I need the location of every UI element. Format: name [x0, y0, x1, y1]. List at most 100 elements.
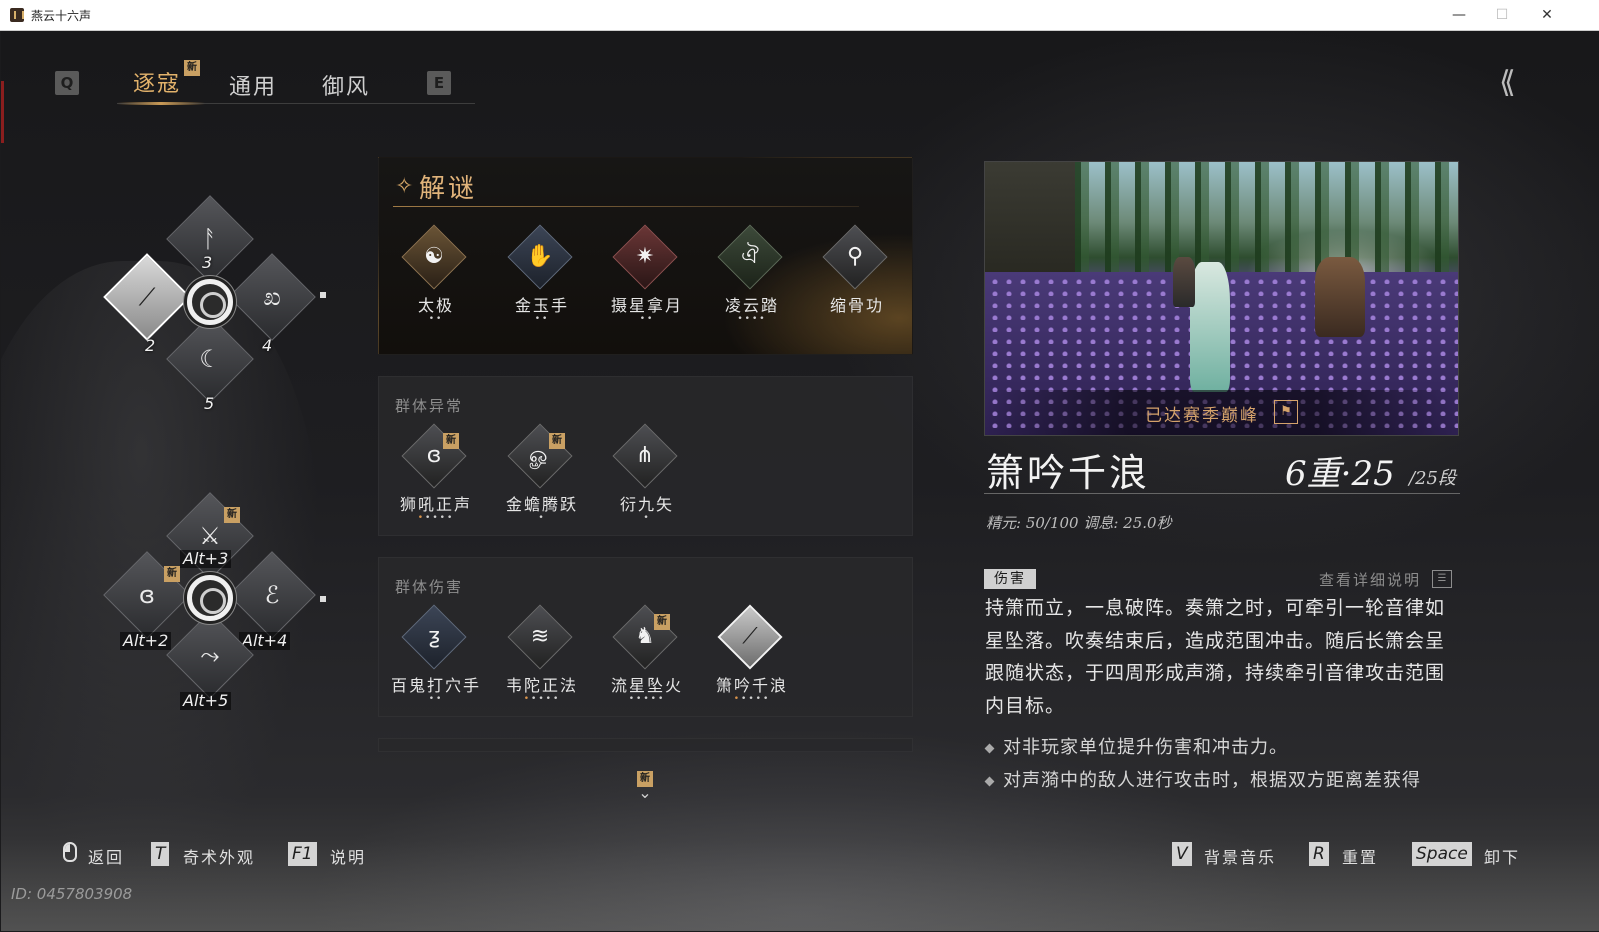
skill-level-dots: ••: [428, 314, 444, 324]
skill-card[interactable]: ☯ 太极 ••: [381, 224, 485, 344]
title-bar: 燕云十六声 — ☐ ✕: [0, 0, 1599, 31]
wheel-side-dot: [320, 596, 326, 602]
wheel-slot-3-key: 3: [202, 253, 213, 272]
skill-card[interactable]: ✋ 金玉手 ••: [487, 224, 591, 344]
skill-card[interactable]: ௐ 新 金蟾腾跃 •: [487, 423, 591, 543]
skill-level-dots: •••••: [487, 694, 597, 704]
skill-level-dots: •••••: [697, 694, 807, 704]
skill-level-dots: •: [538, 513, 546, 523]
staff-icon: ⤳: [200, 641, 220, 669]
bullet-text: 对非玩家单位提升伤害和冲击力。: [1003, 737, 1288, 758]
footer-key-f1[interactable]: F1: [288, 842, 317, 866]
wheel-slot-alt3-key: Alt+3: [180, 550, 232, 568]
footer-back-label[interactable]: 返回: [88, 844, 124, 868]
tab-zhukou[interactable]: 逐寇: [133, 66, 181, 98]
view-detail-link[interactable]: 查看详细说明: [1319, 569, 1421, 590]
bullet-text: 对声漪中的敌人进行攻击时，根据双方距离差获得: [1003, 770, 1421, 791]
swirl-icon: ಖ: [263, 283, 281, 311]
skill-card[interactable]: ƺ 百鬼打穴手 ••: [381, 604, 485, 724]
flute-icon: ⟋: [138, 283, 156, 311]
skill-card[interactable]: ঐ 凌云踏 ••••: [697, 224, 801, 344]
group-damage-title: 群体伤害: [395, 578, 464, 596]
skill-name: 金玉手: [514, 296, 569, 315]
taichi-icon: ☯: [424, 244, 444, 269]
gray-dots: ••••: [741, 694, 771, 704]
peak-badge-icon: ⚑: [1274, 400, 1298, 424]
footer-key-t[interactable]: T: [151, 842, 170, 866]
flute-wave-icon: ⟋: [742, 624, 758, 649]
double-chevron-left-icon[interactable]: ⟪: [1499, 65, 1549, 101]
skill-card[interactable]: ≋ 韦陀正法 •••••: [487, 604, 591, 724]
footer-key-v[interactable]: V: [1172, 842, 1192, 866]
player-character: [1190, 262, 1230, 392]
wheel-slot-alt2-badge: 新: [164, 566, 180, 582]
skill-level-dots: ••: [639, 314, 655, 324]
skill-bullet: 对声漪中的敌人进行攻击时，根据双方距离差获得: [984, 766, 1421, 792]
skill-title: 箫吟千浪: [986, 451, 1151, 495]
maximize-button[interactable]: ☐: [1482, 3, 1522, 27]
skill-new-badge: 新: [443, 433, 459, 449]
skill-card[interactable]: ⋔ 衍九矢 •: [592, 423, 696, 543]
edge-marker: [1, 81, 4, 143]
app-icon: [10, 8, 24, 22]
skill-name: 箫吟千浪: [715, 676, 788, 695]
scroll-down-icon[interactable]: ⌄: [630, 783, 660, 803]
tab-yufeng[interactable]: 御风: [322, 69, 370, 101]
skill-bullet: 对非玩家单位提升伤害和冲击力。: [984, 733, 1288, 759]
minimize-button[interactable]: —: [1439, 3, 1479, 27]
shout-icon: ɞ: [139, 581, 155, 609]
skill-new-badge: 新: [549, 433, 565, 449]
footer-key-r[interactable]: R: [1309, 842, 1329, 866]
skill-card-selected[interactable]: ⟋ 箫吟千浪 •••••: [697, 604, 801, 724]
footer-bgm-label[interactable]: 背景音乐: [1204, 844, 1276, 868]
group-abnormal-title: 群体异常: [395, 397, 464, 415]
tab-next-key[interactable]: E: [427, 71, 451, 95]
game-viewport: Q 逐寇 新 通用 御风 E ⟪ ᚨ 3 ⟋ 2 ಖ 4 ☾ 5 ⚔ 新 Alt…: [1, 31, 1599, 931]
tab-new-badge: 新: [184, 60, 200, 76]
wheel-slot-5-key: 5: [204, 394, 215, 413]
bullet-diamond-icon: [984, 776, 995, 786]
skill-name: 狮吼正声: [399, 495, 472, 514]
skill-card[interactable]: ⚲ 缩骨功: [802, 224, 906, 344]
tab-prev-key[interactable]: Q: [55, 71, 79, 95]
footer-help-label[interactable]: 说明: [330, 844, 366, 868]
skill-level-dots: •: [643, 513, 651, 523]
skill-stats: 精元: 50/100 调息: 25.0秒: [986, 514, 1172, 532]
ghost-palm-icon: ƺ: [428, 624, 440, 649]
tab-tongyong[interactable]: 通用: [229, 69, 277, 101]
arrows-icon: ⋔: [635, 443, 655, 468]
footer-appearance-label[interactable]: 奇术外观: [183, 844, 255, 868]
skill-card[interactable]: ✷ 摄星拿月 ••: [592, 224, 696, 344]
detail-list-icon[interactable]: ☰: [1432, 570, 1452, 588]
window-title: 燕云十六声: [31, 9, 92, 23]
skill-card[interactable]: ɞ 新 狮吼正声 •••••: [381, 423, 485, 543]
skill-card[interactable]: ♞ 新 流星坠火 •••••: [592, 604, 696, 724]
damage-tag: 伤害: [984, 569, 1036, 589]
skill-preview-image: 已达赛季巅峰 ⚑: [984, 161, 1459, 436]
footer-unequip-label[interactable]: 卸下: [1484, 844, 1520, 868]
grasp-icon: ✷: [635, 244, 655, 269]
wheel-slot-2-key: 2: [145, 336, 156, 355]
title-rule: [984, 493, 1460, 494]
palm-icon: ✋: [526, 244, 554, 269]
enemy-character: [1315, 257, 1365, 337]
skill-new-badge: 新: [654, 614, 670, 630]
close-button[interactable]: ✕: [1527, 3, 1567, 27]
orange-dot: •: [523, 694, 532, 704]
gray-dots: ••••: [531, 694, 561, 704]
enemy-character: [1173, 257, 1195, 307]
gray-dots: ••••: [425, 513, 455, 523]
skill-name: 百鬼打穴手: [390, 676, 481, 695]
footer-reset-label[interactable]: 重置: [1342, 844, 1378, 868]
season-banner-text: 已达赛季巅峰: [1145, 406, 1259, 426]
skill-level-dots: ••: [428, 694, 444, 704]
wheel-side-dot: [320, 292, 326, 298]
skill-name: 流星坠火: [610, 676, 683, 695]
wheel-center-ring: [187, 279, 233, 325]
app-window: 燕云十六声 — ☐ ✕ Q 逐寇 新 通用 御风 E ⟪ ᚨ 3 ⟋ 2 ಖ 4: [0, 0, 1599, 932]
skill-name: 缩骨功: [829, 296, 884, 315]
puzzle-panel: ✧ 解谜 ☯ 太极 •• ✋ 金玉手 •• ✷ 摄星拿月 •• ঐ 凌云踏 ••…: [378, 157, 913, 355]
step-icon: ঐ: [741, 244, 759, 269]
mouse-icon: [63, 842, 77, 862]
footer-key-space[interactable]: Space: [1412, 842, 1472, 866]
